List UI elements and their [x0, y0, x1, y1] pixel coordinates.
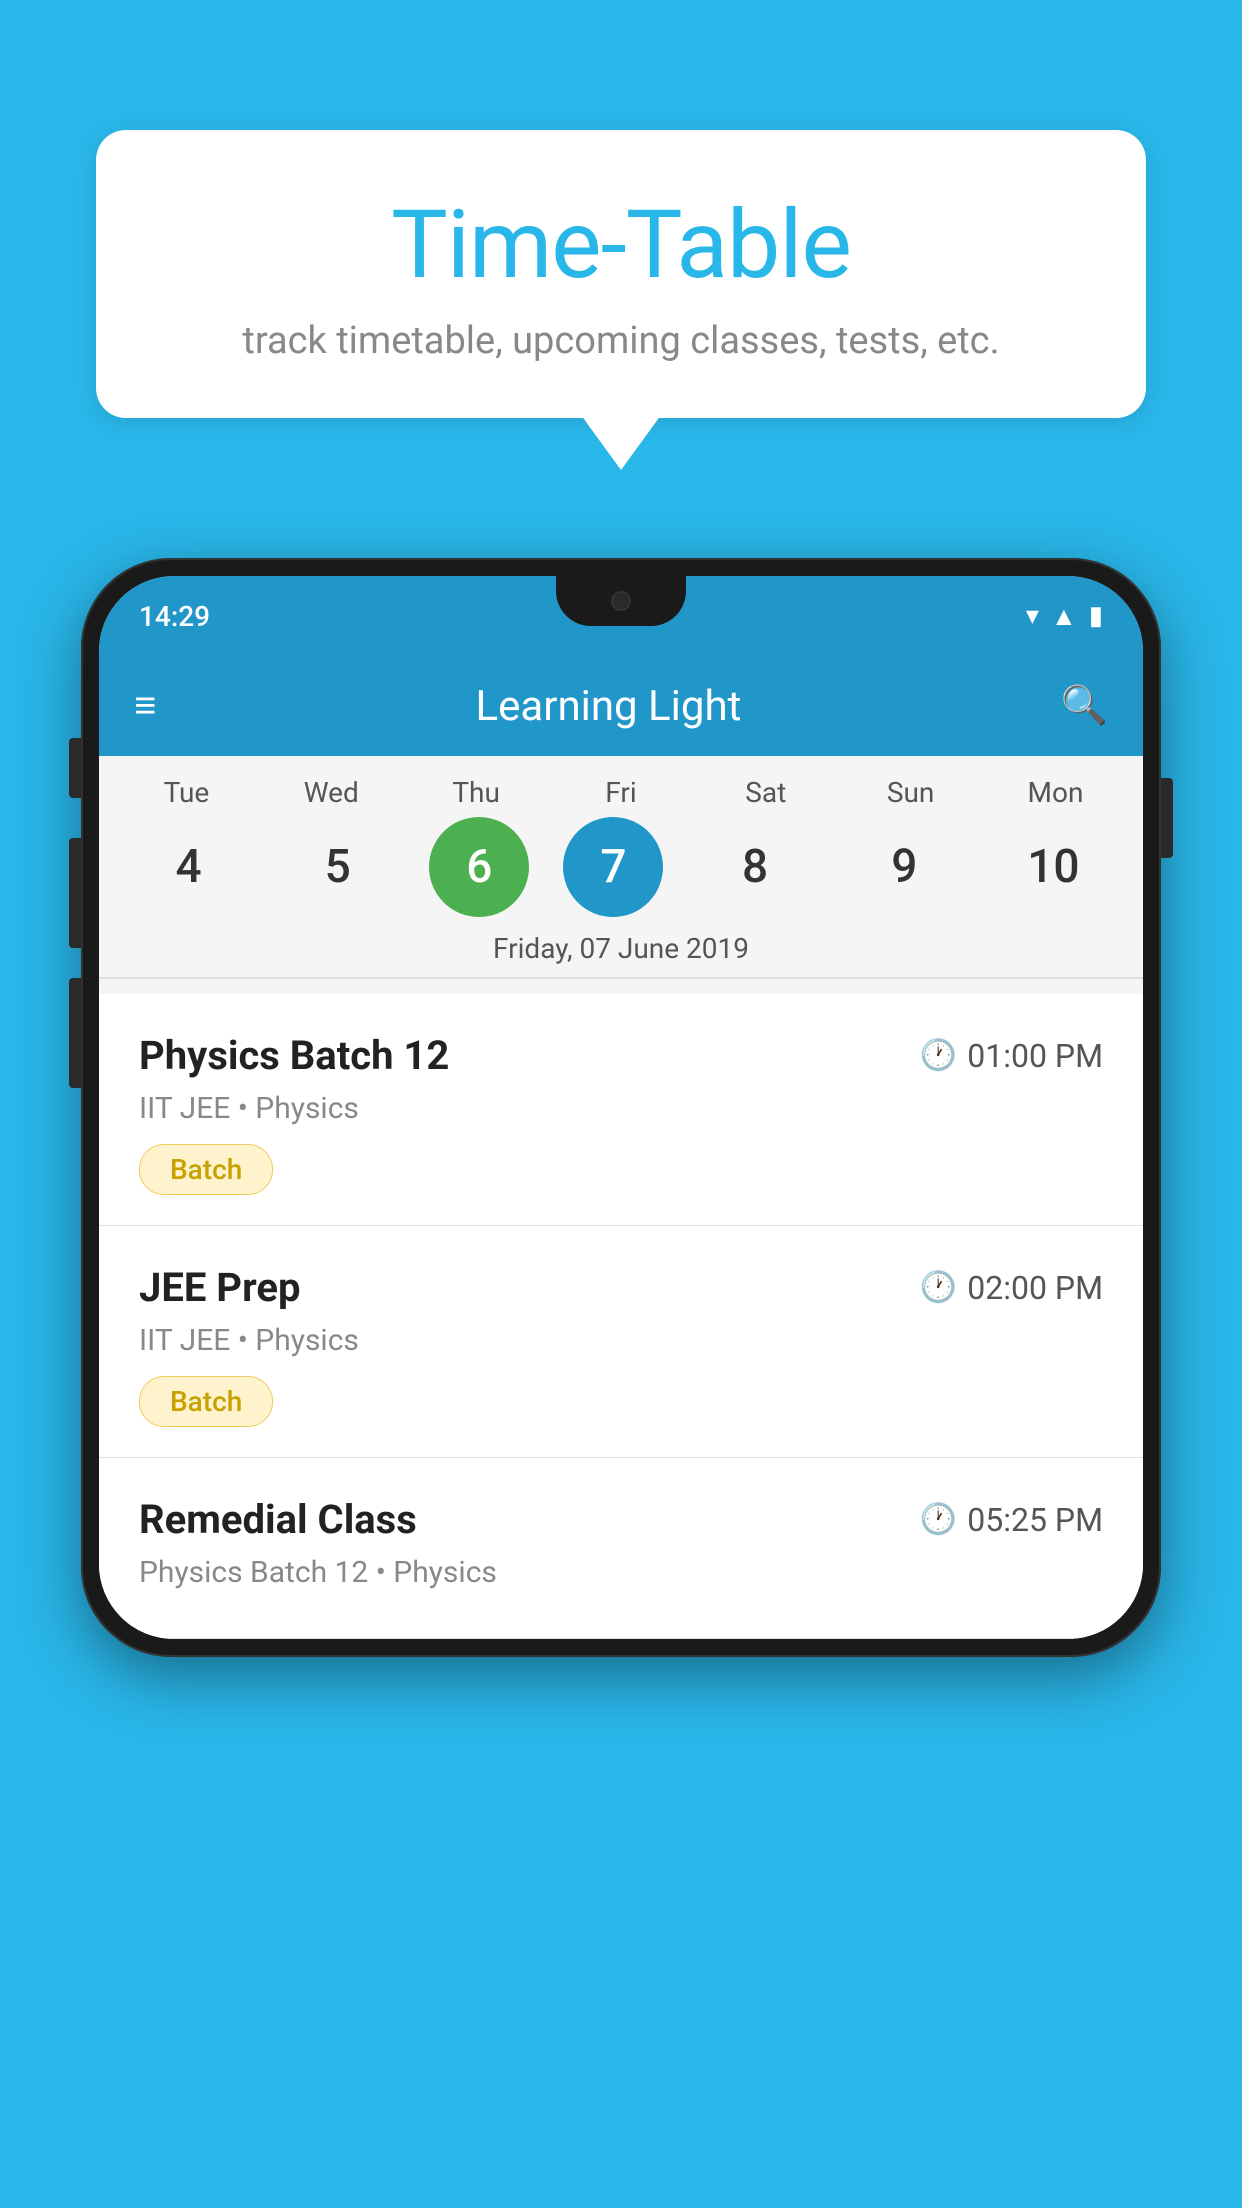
phone-mockup: 14:29 ▾ ▲ ▮ ≡ Learning Light 🔍 Tue	[81, 558, 1161, 1657]
class-item-1-header: Physics Batch 12 🕐 01:00 PM	[139, 1032, 1103, 1079]
calendar-strip: Tue Wed Thu Fri Sat Sun Mon 4 5 6 7 8 9 …	[99, 756, 1143, 994]
day-5[interactable]: 5	[280, 817, 395, 917]
speech-bubble: Time-Table track timetable, upcoming cla…	[96, 130, 1146, 418]
selected-date-label: Friday, 07 June 2019	[99, 932, 1143, 977]
status-time: 14:29	[139, 600, 210, 633]
top-section: Time-Table track timetable, upcoming cla…	[0, 0, 1242, 418]
day-numbers: 4 5 6 7 8 9 10	[99, 817, 1143, 917]
day-9[interactable]: 9	[847, 817, 962, 917]
class-item-2-header: JEE Prep 🕐 02:00 PM	[139, 1264, 1103, 1311]
phone-outer: 14:29 ▾ ▲ ▮ ≡ Learning Light 🔍 Tue	[81, 558, 1161, 1657]
day-4[interactable]: 4	[131, 817, 246, 917]
day-label-tue: Tue	[129, 776, 244, 809]
class-item-1-time: 🕐 01:00 PM	[920, 1037, 1103, 1075]
status-icons: ▾ ▲ ▮	[1026, 601, 1103, 632]
day-label-mon: Mon	[998, 776, 1113, 809]
class-item-2-time-text: 02:00 PM	[967, 1269, 1103, 1307]
class-item-2-time: 🕐 02:00 PM	[920, 1269, 1103, 1307]
search-icon[interactable]: 🔍	[1061, 684, 1108, 728]
day-label-fri: Fri	[563, 776, 678, 809]
class-item-1-name: Physics Batch 12	[139, 1032, 449, 1079]
day-label-sat: Sat	[708, 776, 823, 809]
wifi-icon: ▾	[1026, 601, 1039, 631]
power-button	[1161, 778, 1173, 858]
class-item-3[interactable]: Remedial Class 🕐 05:25 PM Physics Batch …	[99, 1458, 1143, 1639]
signal-icon: ▲	[1051, 601, 1077, 632]
class-item-2-badge: Batch	[139, 1376, 273, 1427]
camera	[611, 591, 631, 611]
volume-up-button	[69, 838, 81, 948]
status-bar: 14:29 ▾ ▲ ▮	[99, 576, 1143, 656]
day-8[interactable]: 8	[698, 817, 813, 917]
bubble-subtitle: track timetable, upcoming classes, tests…	[176, 319, 1066, 363]
class-item-3-time: 🕐 05:25 PM	[920, 1501, 1103, 1539]
app-bar: ≡ Learning Light 🔍	[99, 656, 1143, 756]
volume-down-button	[69, 978, 81, 1088]
class-item-1[interactable]: Physics Batch 12 🕐 01:00 PM IIT JEE • Ph…	[99, 994, 1143, 1226]
class-item-3-header: Remedial Class 🕐 05:25 PM	[139, 1496, 1103, 1543]
class-item-1-time-text: 01:00 PM	[967, 1037, 1103, 1075]
mute-button	[69, 738, 81, 798]
day-7-selected[interactable]: 7	[563, 817, 663, 917]
class-item-2-meta: IIT JEE • Physics	[139, 1323, 1103, 1358]
class-item-3-name: Remedial Class	[139, 1496, 417, 1543]
class-item-2[interactable]: JEE Prep 🕐 02:00 PM IIT JEE • Physics Ba…	[99, 1226, 1143, 1458]
class-item-3-time-text: 05:25 PM	[967, 1501, 1103, 1539]
day-label-sun: Sun	[853, 776, 968, 809]
clock-icon-1: 🕐	[920, 1038, 957, 1073]
class-list: Physics Batch 12 🕐 01:00 PM IIT JEE • Ph…	[99, 994, 1143, 1639]
day-headers: Tue Wed Thu Fri Sat Sun Mon	[99, 776, 1143, 809]
phone-screen: 14:29 ▾ ▲ ▮ ≡ Learning Light 🔍 Tue	[99, 576, 1143, 1639]
calendar-divider	[99, 977, 1143, 979]
class-item-1-badge: Batch	[139, 1144, 273, 1195]
clock-icon-2: 🕐	[920, 1270, 957, 1305]
clock-icon-3: 🕐	[920, 1502, 957, 1537]
class-item-3-meta: Physics Batch 12 • Physics	[139, 1555, 1103, 1590]
day-6-today[interactable]: 6	[429, 817, 529, 917]
day-10[interactable]: 10	[996, 817, 1111, 917]
app-title: Learning Light	[186, 682, 1030, 731]
battery-icon: ▮	[1089, 601, 1103, 631]
day-label-thu: Thu	[419, 776, 534, 809]
class-item-1-meta: IIT JEE • Physics	[139, 1091, 1103, 1126]
bubble-title: Time-Table	[176, 190, 1066, 301]
hamburger-icon[interactable]: ≡	[134, 684, 156, 728]
class-item-2-name: JEE Prep	[139, 1264, 300, 1311]
day-label-wed: Wed	[274, 776, 389, 809]
notch	[556, 576, 686, 626]
